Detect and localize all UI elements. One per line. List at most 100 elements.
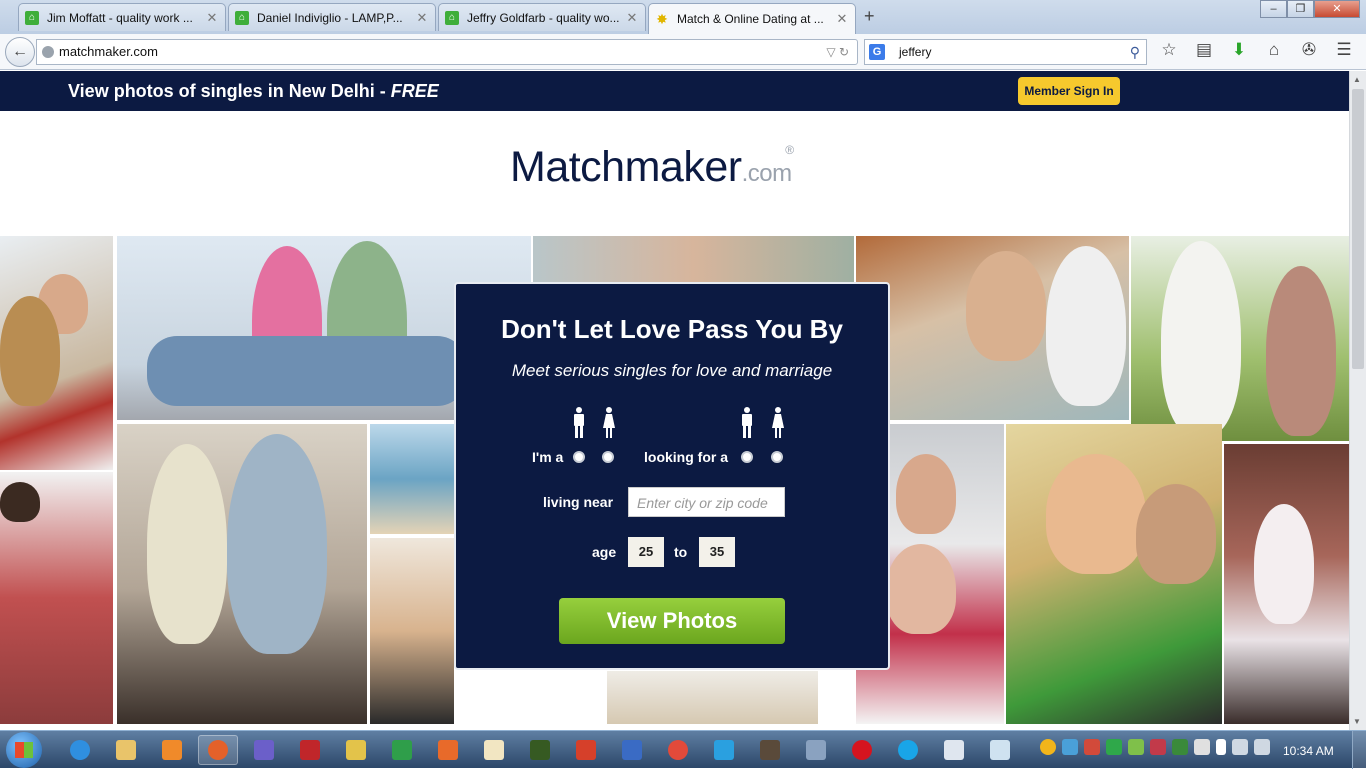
looking-for-label: looking for a — [644, 449, 728, 465]
notepad-icon[interactable] — [980, 735, 1020, 765]
back-button[interactable]: ← — [5, 37, 35, 67]
registered-mark: ® — [785, 143, 794, 157]
living-near-label: living near — [543, 494, 614, 510]
web-page: View photos of singles in New Delhi - FR… — [0, 71, 1349, 730]
word-icon[interactable] — [474, 735, 514, 765]
tray-app-icon[interactable] — [1106, 739, 1122, 755]
search-icon[interactable]: ⚲ — [1130, 40, 1140, 64]
male-icon — [574, 407, 584, 438]
dreamweaver-icon[interactable] — [520, 735, 560, 765]
app-icon[interactable] — [336, 735, 376, 765]
restore-button[interactable]: ❐ — [1287, 0, 1314, 18]
show-desktop-button[interactable] — [1352, 731, 1366, 769]
app-icon[interactable] — [704, 735, 744, 765]
age-max-select[interactable]: 35 — [699, 537, 735, 567]
addon-icon[interactable]: ✇ — [1298, 40, 1320, 60]
skype-icon[interactable] — [888, 735, 928, 765]
upwork-icon: ⌂ — [445, 10, 459, 25]
toolbar-icons: ☆ ▤ ⬇ ⌂ ✇ ☰ — [1158, 40, 1355, 60]
firefox-icon[interactable] — [198, 735, 238, 765]
opera-icon[interactable] — [842, 735, 882, 765]
page-scrollbar[interactable]: ▲ ▼ — [1349, 71, 1366, 730]
form-headline: Don't Let Love Pass You By — [501, 314, 843, 344]
signup-form-box: Don't Let Love Pass You By Meet serious … — [454, 282, 890, 670]
url-text: matchmaker.com — [59, 44, 158, 59]
document-icon[interactable] — [934, 735, 974, 765]
start-button[interactable] — [6, 732, 42, 768]
scrollbar-thumb[interactable] — [1352, 89, 1364, 369]
browser-nav-bar: ← matchmaker.com ▽ ↻ G jeffery ⚲ ☆ ▤ ⬇ ⌂… — [0, 34, 1366, 70]
window-controls: – ❐ ✕ — [1260, 0, 1360, 18]
tab-title: Daniel Indiviglio - LAMP,P... — [257, 10, 403, 25]
tray-app-icon[interactable] — [1194, 739, 1210, 755]
filezilla-icon[interactable] — [290, 735, 330, 765]
app-icon[interactable] — [750, 735, 790, 765]
git-icon[interactable] — [566, 735, 606, 765]
tab-daniel-indiviglio[interactable]: ⌂ Daniel Indiviglio - LAMP,P... ✕ — [228, 3, 436, 31]
looking-for-male-radio[interactable] — [741, 451, 753, 463]
battery-icon[interactable] — [1216, 739, 1226, 755]
scroll-up-icon[interactable]: ▲ — [1353, 75, 1361, 84]
looking-for-female-radio[interactable] — [771, 451, 783, 463]
menu-icon[interactable]: ☰ — [1333, 40, 1355, 60]
tray-app-icon[interactable] — [1150, 739, 1166, 755]
promo-main: View photos of singles in New Delhi - — [68, 81, 391, 101]
tray-app-icon[interactable] — [1128, 739, 1144, 755]
new-tab-button[interactable]: + — [864, 6, 875, 27]
app-icon[interactable] — [612, 735, 652, 765]
minimize-button[interactable]: – — [1260, 0, 1287, 18]
system-clock[interactable]: 10:34 AM — [1283, 744, 1334, 758]
im-a-female-radio[interactable] — [602, 451, 614, 463]
im-a-label: I'm a — [532, 449, 564, 465]
app-icon[interactable] — [382, 735, 422, 765]
google-icon[interactable]: G — [869, 44, 885, 60]
matchmaker-logo[interactable]: Matchmaker.com ® — [510, 143, 794, 192]
close-window-button[interactable]: ✕ — [1314, 0, 1360, 18]
reload-icon[interactable]: ▽ ↻ — [826, 40, 849, 64]
app-icon[interactable] — [244, 735, 284, 765]
globe-icon — [42, 46, 54, 58]
photo-bride-petals — [1224, 444, 1349, 724]
close-tab-icon[interactable]: ✕ — [625, 10, 639, 26]
promo-text: View photos of singles in New Delhi - FR… — [68, 81, 439, 102]
close-tab-icon[interactable]: ✕ — [205, 10, 219, 26]
promo-emphasis: FREE — [390, 81, 439, 101]
tab-jeffry-goldfarb[interactable]: ⌂ Jeffry Goldfarb - quality wo... ✕ — [438, 3, 646, 31]
scroll-down-icon[interactable]: ▼ — [1353, 717, 1361, 726]
bookmark-star-icon[interactable]: ☆ — [1158, 40, 1180, 60]
tray-app-icon[interactable] — [1084, 739, 1100, 755]
tab-title: Jeffry Goldfarb - quality wo... — [467, 10, 620, 25]
search-input[interactable]: jeffery — [899, 45, 931, 59]
downloads-icon[interactable]: ⬇ — [1228, 40, 1250, 60]
bookmarks-list-icon[interactable]: ▤ — [1193, 40, 1215, 60]
explorer-icon[interactable] — [106, 735, 146, 765]
photo-couple-walking — [1131, 236, 1349, 441]
member-sign-in-button[interactable]: Member Sign In — [1018, 77, 1120, 105]
tray-app-icon[interactable] — [1040, 739, 1056, 755]
tray-app-icon[interactable] — [1062, 739, 1078, 755]
im-a-male-radio[interactable] — [573, 451, 585, 463]
age-min-select[interactable]: 25 — [628, 537, 664, 567]
city-zip-input[interactable]: Enter city or zip code — [628, 487, 785, 517]
volume-icon[interactable] — [1254, 739, 1270, 755]
home-icon[interactable]: ⌂ — [1263, 40, 1285, 60]
upwork-icon: ⌂ — [25, 10, 39, 25]
tab-jim-moffatt[interactable]: ⌂ Jim Moffatt - quality work ... ✕ — [18, 3, 226, 31]
media-player-icon[interactable] — [152, 735, 192, 765]
tab-match-dating[interactable]: ✸ Match & Online Dating at ... ✕ — [648, 3, 856, 34]
app-icon[interactable] — [428, 735, 468, 765]
url-bar[interactable]: matchmaker.com ▽ ↻ — [36, 39, 858, 65]
chrome-icon[interactable] — [658, 735, 698, 765]
photo-couple-hug-green — [1006, 424, 1222, 724]
view-photos-button[interactable]: View Photos — [559, 598, 785, 644]
tray-app-icon[interactable] — [1172, 739, 1188, 755]
close-tab-icon[interactable]: ✕ — [415, 10, 429, 26]
network-icon[interactable] — [1232, 739, 1248, 755]
photo-man-with-dog — [0, 236, 113, 470]
ie-icon[interactable] — [60, 735, 100, 765]
photo-coffee — [607, 671, 818, 724]
app-icon[interactable] — [796, 735, 836, 765]
close-tab-icon[interactable]: ✕ — [835, 11, 849, 27]
search-bar[interactable]: G jeffery ⚲ — [864, 39, 1147, 65]
age-label: age — [592, 544, 617, 560]
